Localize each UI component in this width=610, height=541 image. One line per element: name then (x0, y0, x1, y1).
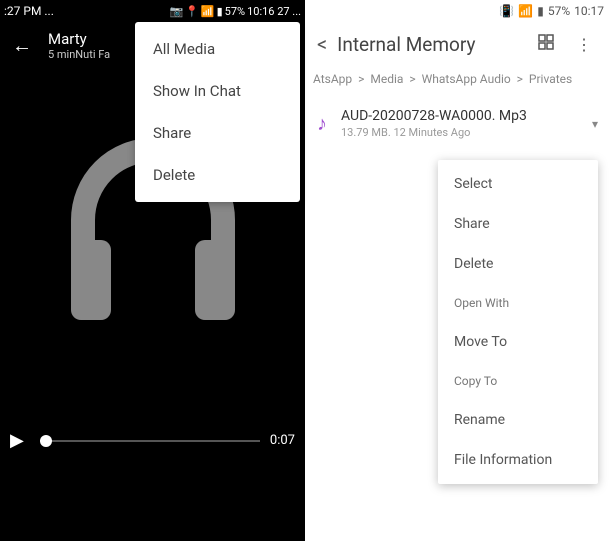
menu-delete[interactable]: Delete (135, 154, 300, 196)
menu-select[interactable]: Select (438, 164, 598, 204)
signal-icon: ▮ (217, 5, 223, 18)
status-bar-right: 📳 📶 ▮ 57% 10:17 (305, 0, 610, 22)
menu-copy-to[interactable]: Copy To (438, 362, 598, 400)
menu-rename[interactable]: Rename (438, 400, 598, 440)
crumb-media[interactable]: Media (370, 72, 403, 86)
seek-thumb[interactable] (40, 435, 52, 447)
menu-show-in-chat[interactable]: Show In Chat (135, 70, 300, 112)
media-context-menu: All Media Show In Chat Share Delete (135, 22, 300, 202)
file-row[interactable]: ♪ AUD-20200728-WA0000. Mp3 13.79 MB. 12 … (305, 100, 610, 147)
media-title-block: Marty 5 minNuti Fa (48, 30, 110, 61)
breadcrumb[interactable]: AtsApp > Media > WhatsApp Audio > Privat… (305, 66, 610, 100)
menu-move-to[interactable]: Move To (438, 322, 598, 362)
clock-text: 10:17 (574, 4, 604, 18)
menu-share[interactable]: Share (135, 112, 300, 154)
status-bar-left: :27 PM ... 📷 📍 📶 ▮ 57% 10:16 27 ... (0, 0, 305, 22)
crumb-whatsapp[interactable]: AtsApp (313, 72, 352, 86)
timestamp-label: 5 minNuti Fa (48, 48, 110, 61)
contact-name: Marty (48, 30, 110, 48)
crumb-whatsapp-audio[interactable]: WhatsApp Audio (422, 72, 511, 86)
file-name: AUD-20200728-WA0000. Mp3 (341, 108, 578, 124)
status-time-fragment: :27 PM ... (4, 4, 54, 18)
playback-time: 0:07 (270, 433, 295, 448)
music-note-icon: ♪ (317, 111, 327, 136)
seek-track[interactable] (40, 440, 260, 442)
whatsapp-media-viewer: :27 PM ... 📷 📍 📶 ▮ 57% 10:16 27 ... ← Ma… (0, 0, 305, 541)
page-title: Internal Memory (337, 33, 522, 56)
camera-icon: 📷 (169, 5, 183, 18)
battery-percent: 57% (548, 4, 570, 18)
file-meta: 13.79 MB. 12 Minutes Ago (341, 126, 578, 139)
crumb-privates[interactable]: Privates (529, 72, 572, 86)
file-context-menu: Select Share Delete Open With Move To Co… (438, 160, 598, 484)
battery-percent: 57% (225, 5, 245, 18)
menu-open-with[interactable]: Open With (438, 284, 598, 322)
vibrate-icon: 📳 (499, 4, 514, 18)
back-chevron-icon[interactable]: < (317, 32, 327, 56)
grid-view-icon[interactable] (532, 34, 560, 54)
menu-share[interactable]: Share (438, 204, 598, 244)
status-icons-left: 📷 📍 📶 ▮ 57% 10:16 27 ... (169, 5, 301, 18)
audio-player: ▶ 0:07 (0, 430, 305, 451)
location-icon: 📍 (185, 5, 199, 18)
wifi-icon: 📶 (201, 5, 215, 18)
menu-file-information[interactable]: File Information (438, 440, 598, 480)
clock-text: 10:16 27 ... (247, 5, 301, 18)
chevron-down-icon[interactable]: ▾ (592, 117, 598, 131)
more-vert-icon[interactable]: ⋮ (570, 35, 598, 54)
menu-all-media[interactable]: All Media (135, 28, 300, 70)
wifi-icon: 📶 (518, 4, 533, 18)
file-info: AUD-20200728-WA0000. Mp3 13.79 MB. 12 Mi… (341, 108, 578, 139)
menu-delete[interactable]: Delete (438, 244, 598, 284)
play-button-icon[interactable]: ▶ (10, 430, 30, 451)
signal-icon: ▮ (537, 4, 544, 18)
back-arrow-icon[interactable]: ← (12, 33, 32, 58)
file-manager-header: < Internal Memory ⋮ (305, 22, 610, 66)
file-manager: 📳 📶 ▮ 57% 10:17 < Internal Memory ⋮ AtsA… (305, 0, 610, 541)
